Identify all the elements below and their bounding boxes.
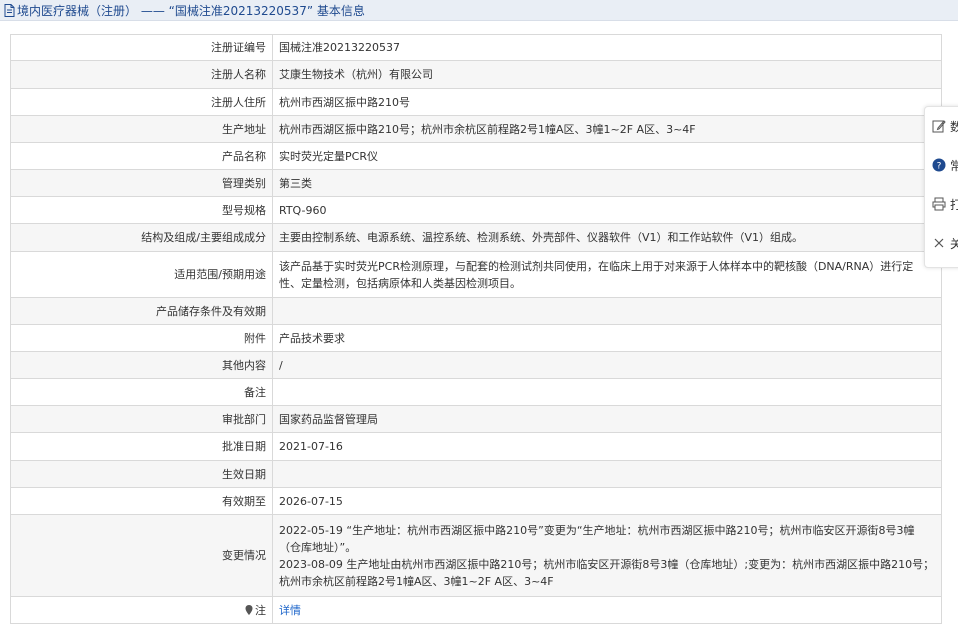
table-row: 管理类别 第三类 [10, 169, 942, 197]
table-row: 产品名称 实时荧光定量PCR仪 [10, 142, 942, 170]
side-item-help[interactable]: ? 常 [932, 156, 958, 174]
table-row: 生效日期 [10, 460, 942, 488]
row-value: 杭州市西湖区振中路210号 [272, 88, 942, 116]
table-row: 生产地址 杭州市西湖区振中路210号；杭州市余杭区前程路2号1幢A区、3幢1~2F… [10, 115, 942, 143]
row-label: 备注 [10, 378, 273, 406]
row-value: 第三类 [272, 169, 942, 197]
table-row: 附件 产品技术要求 [10, 324, 942, 352]
row-label: 其他内容 [10, 351, 273, 379]
info-table: 注册证编号 国械注准20213220537 注册人名称 艾康生物技术（杭州）有限公司注… [10, 34, 942, 624]
change-entry: 2022-05-19 “生产地址：杭州市西湖区振中路210号”变更为“生产地址：… [279, 523, 915, 554]
row-value: 主要由控制系统、电源系统、温控系统、检测系统、外壳部件、仪器软件（V1）和工作站… [272, 223, 942, 252]
row-value: 国家药品监督管理局 [272, 405, 942, 433]
table-row: 产品储存条件及有效期 [10, 297, 942, 325]
row-value: 艾康生物技术（杭州）有限公司 [272, 60, 942, 89]
page-title: 境内医疗器械（注册） —— “国械注准20213220537” 基本信息 [17, 3, 365, 18]
row-value: 实时荧光定量PCR仪 [272, 142, 942, 170]
side-item-label: 关 [950, 236, 958, 251]
row-value: 2021-07-16 [272, 432, 942, 461]
svg-text:?: ? [937, 162, 942, 172]
row-value: 2026-07-15 [272, 487, 942, 515]
side-item-close[interactable]: 关 [932, 234, 958, 252]
table-row-note: 注详情 [10, 596, 942, 624]
row-value: RTQ-960 [272, 196, 942, 224]
side-item-label: 常 [950, 158, 958, 173]
table-row-changes: 变更情况 2022-05-19 “生产地址：杭州市西湖区振中路210号”变更为“生… [10, 514, 942, 597]
row-value: 杭州市西湖区振中路210号；杭州市余杭区前程路2号1幢A区、3幢1~2F A区、… [272, 115, 942, 143]
row-label: 适用范围/预期用途 [10, 251, 273, 298]
side-item-print[interactable]: 打 [932, 195, 958, 213]
details-link[interactable]: 详情 [279, 604, 301, 617]
page-title-bar: 境内医疗器械（注册） —— “国械注准20213220537” 基本信息 [0, 0, 958, 21]
row-label: 注册证编号 [10, 34, 273, 61]
row-value: 该产品基于实时荧光PCR检测原理，与配套的检测试剂共同使用，在临床上用于对来源于… [272, 251, 942, 298]
side-toolbar: 数 ? 常 打 关 [924, 106, 958, 268]
edit-icon [932, 120, 946, 133]
row-label: 审批部门 [10, 405, 273, 433]
table-row: 型号规格 RTQ-960 [10, 196, 942, 224]
row-label: 产品储存条件及有效期 [10, 297, 273, 325]
row-value [272, 378, 942, 406]
note-value: 详情 [272, 596, 942, 624]
change-entry: 2023-08-09 生产地址由杭州市西湖区振中路210号；杭州市临安区开源街8… [279, 557, 935, 588]
row-label: 批准日期 [10, 432, 273, 461]
table-row: 有效期至 2026-07-15 [10, 487, 942, 515]
row-label: 变更情况 [10, 514, 273, 597]
row-label: 结构及组成/主要组成成分 [10, 223, 273, 252]
table-row: 注册人名称 艾康生物技术（杭州）有限公司 [10, 60, 942, 89]
row-value: / [272, 351, 942, 379]
table-row: 适用范围/预期用途 该产品基于实时荧光PCR检测原理，与配套的检测试剂共同使用，在… [10, 251, 942, 298]
table-row: 结构及组成/主要组成成分 主要由控制系统、电源系统、温控系统、检测系统、外壳部件、… [10, 223, 942, 252]
row-label: 产品名称 [10, 142, 273, 170]
row-label: 注 [10, 596, 273, 624]
help-icon: ? [932, 158, 946, 172]
table-row: 备注 [10, 378, 942, 406]
row-value [272, 460, 942, 488]
row-label: 有效期至 [10, 487, 273, 515]
row-label: 生产地址 [10, 115, 273, 143]
print-icon [932, 197, 946, 211]
side-item-data[interactable]: 数 [932, 117, 958, 135]
row-label: 管理类别 [10, 169, 273, 197]
row-value [272, 297, 942, 325]
table-row: 其他内容 / [10, 351, 942, 379]
row-label: 注册人名称 [10, 60, 273, 89]
table-row: 注册人住所 杭州市西湖区振中路210号 [10, 88, 942, 116]
table-row: 注册证编号 国械注准20213220537 [10, 34, 942, 61]
row-label: 型号规格 [10, 196, 273, 224]
row-label: 附件 [10, 324, 273, 352]
row-value: 产品技术要求 [272, 324, 942, 352]
pin-icon [245, 604, 253, 615]
table-row: 审批部门 国家药品监督管理局 [10, 405, 942, 433]
change-history: 2022-05-19 “生产地址：杭州市西湖区振中路210号”变更为“生产地址：… [272, 514, 942, 597]
note-label: 注 [255, 603, 266, 617]
document-icon [4, 3, 15, 17]
table-row: 批准日期 2021-07-16 [10, 432, 942, 461]
side-item-label: 打 [950, 197, 958, 212]
row-label: 生效日期 [10, 460, 273, 488]
close-icon [934, 238, 944, 248]
side-item-label: 数 [950, 119, 958, 134]
row-value: 国械注准20213220537 [272, 34, 942, 61]
row-label: 注册人住所 [10, 88, 273, 116]
